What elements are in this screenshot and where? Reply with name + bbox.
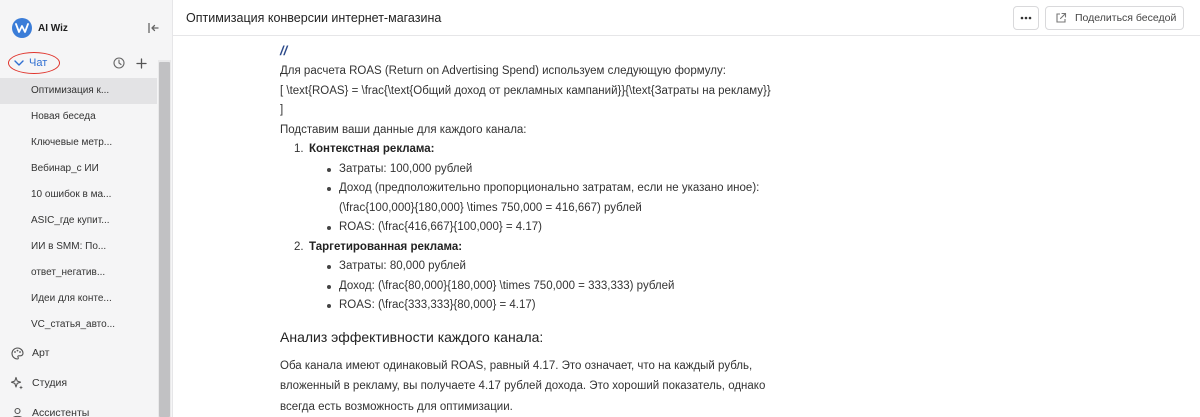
bullet-item: ROAS: (\frac{416,667}{100,000} = 4.17) [325, 218, 880, 238]
palette-icon [10, 346, 24, 360]
bullet-text: ROAS: (\frac{333,333}{80,000} = 4.17) [339, 299, 536, 311]
nav-item-assistants[interactable]: Ассистенты [10, 403, 89, 417]
brand[interactable]: AI Wiz [12, 18, 68, 38]
share-icon [1055, 12, 1067, 24]
history-item[interactable]: VC_статья_авто... [0, 312, 157, 338]
intro-text: Для расчета ROAS (Return on Advertising … [280, 65, 726, 77]
bullet-text: Затраты: 80,000 рублей [339, 260, 466, 272]
analysis-line: вложенный в рекламу, вы получаете 4.17 р… [280, 380, 766, 392]
channel-item: 1. Контекстная реклама: Затраты: 100,000… [294, 140, 880, 238]
sidebar: AI Wiz Чат Оптимизация к... Новая беседа… [0, 0, 173, 417]
bullet-text-continued: (\frac{100,000}{180,000} \times 750,000 … [339, 201, 642, 214]
app-name: AI Wiz [38, 22, 68, 34]
channel-number: 2. [294, 240, 304, 253]
history-item[interactable]: ответ_негатив... [0, 260, 157, 286]
message-content: // Для расчета ROAS (Return on Advertisi… [280, 40, 880, 417]
chat-history-list: Оптимизация к... Новая беседа Ключевые м… [0, 78, 157, 338]
substitute-text: Подставим ваши данные для каждого канала… [280, 123, 527, 136]
new-chat-plus-icon[interactable] [134, 56, 148, 70]
sidebar-scroll-thumb[interactable] [159, 62, 170, 417]
chat-section-label: Чат [29, 57, 48, 69]
share-chat-label: Поделиться беседой [1075, 12, 1177, 24]
chat-section-header: Чат [0, 50, 157, 76]
bullet-item: ROAS: (\frac{333,333}{80,000} = 4.17) [325, 296, 880, 316]
nav-item-label: Арт [32, 347, 50, 359]
history-item[interactable]: Идеи для конте... [0, 286, 157, 312]
collapse-sidebar-icon[interactable] [146, 20, 162, 36]
share-chat-button[interactable]: Поделиться беседой [1045, 6, 1184, 30]
chevron-down-icon [14, 54, 24, 72]
bullet-text: Доход (предположительно пропорционально … [339, 182, 760, 194]
more-options-button[interactable] [1013, 6, 1039, 30]
markdown-marker: // [280, 43, 288, 58]
assistants-icon [10, 406, 24, 417]
bullet-item: Затраты: 100,000 рублей [325, 160, 880, 180]
bullet-item: Затраты: 80,000 рублей [325, 257, 880, 277]
app-logo-icon [12, 18, 32, 38]
formula-line: [ \text{ROAS} = \frac{\text{Общий доход … [280, 84, 771, 97]
channel-item: 2. Таргетированная реклама: Затраты: 80,… [294, 238, 880, 316]
history-item[interactable]: Ключевые метр... [0, 130, 157, 156]
analysis-line: Оба канала имеют одинаковый ROAS, равный… [280, 359, 753, 372]
history-item[interactable]: Вебинар_с ИИ [0, 156, 157, 182]
history-item[interactable]: Новая беседа [0, 104, 157, 130]
history-item[interactable]: Оптимизация к... [0, 78, 157, 104]
bullet-text: Доход: (\frac{80,000}{180,000} \times 75… [339, 279, 675, 292]
history-item[interactable]: ASIC_где купит... [0, 208, 157, 234]
history-clock-icon[interactable] [112, 56, 126, 70]
bullet-text: ROAS: (\frac{416,667}{100,000} = 4.17) [339, 221, 542, 233]
nav-item-art[interactable]: Арт [10, 343, 49, 363]
channels-list: 1. Контекстная реклама: Затраты: 100,000… [294, 140, 880, 316]
analysis-paragraph: Оба канала имеют одинаковый ROAS, равный… [280, 356, 880, 417]
page-title: Оптимизация конверсии интернет-магазина [186, 11, 442, 25]
channel-name: Контекстная реклама: [309, 143, 435, 155]
channel-number: 1. [294, 143, 304, 155]
nav-item-label: Ассистенты [32, 407, 90, 417]
sparkle-icon [10, 376, 24, 390]
chat-section-toggle[interactable]: Чат [8, 52, 60, 74]
section-heading: Анализ эффективности каждого канала: [280, 328, 544, 345]
bullet-item: Доход: (\frac{80,000}{180,000} \times 75… [325, 277, 880, 297]
channel-name: Таргетированная реклама: [309, 240, 463, 253]
top-bar: Оптимизация конверсии интернет-магазина … [173, 0, 1200, 36]
nav-item-label: Студия [32, 377, 68, 389]
bullet-text: Затраты: 100,000 рублей [339, 162, 473, 175]
nav-item-studio[interactable]: Студия [10, 373, 67, 393]
history-item[interactable]: 10 ошибок в ма... [0, 182, 157, 208]
sidebar-scrollbar[interactable] [158, 60, 171, 417]
bullet-item: Доход (предположительно пропорционально … [325, 179, 880, 218]
analysis-line: всегда есть возможность для оптимизации. [280, 400, 513, 413]
history-item[interactable]: ИИ в SMM: По... [0, 234, 157, 260]
formula-line: ] [280, 104, 284, 116]
